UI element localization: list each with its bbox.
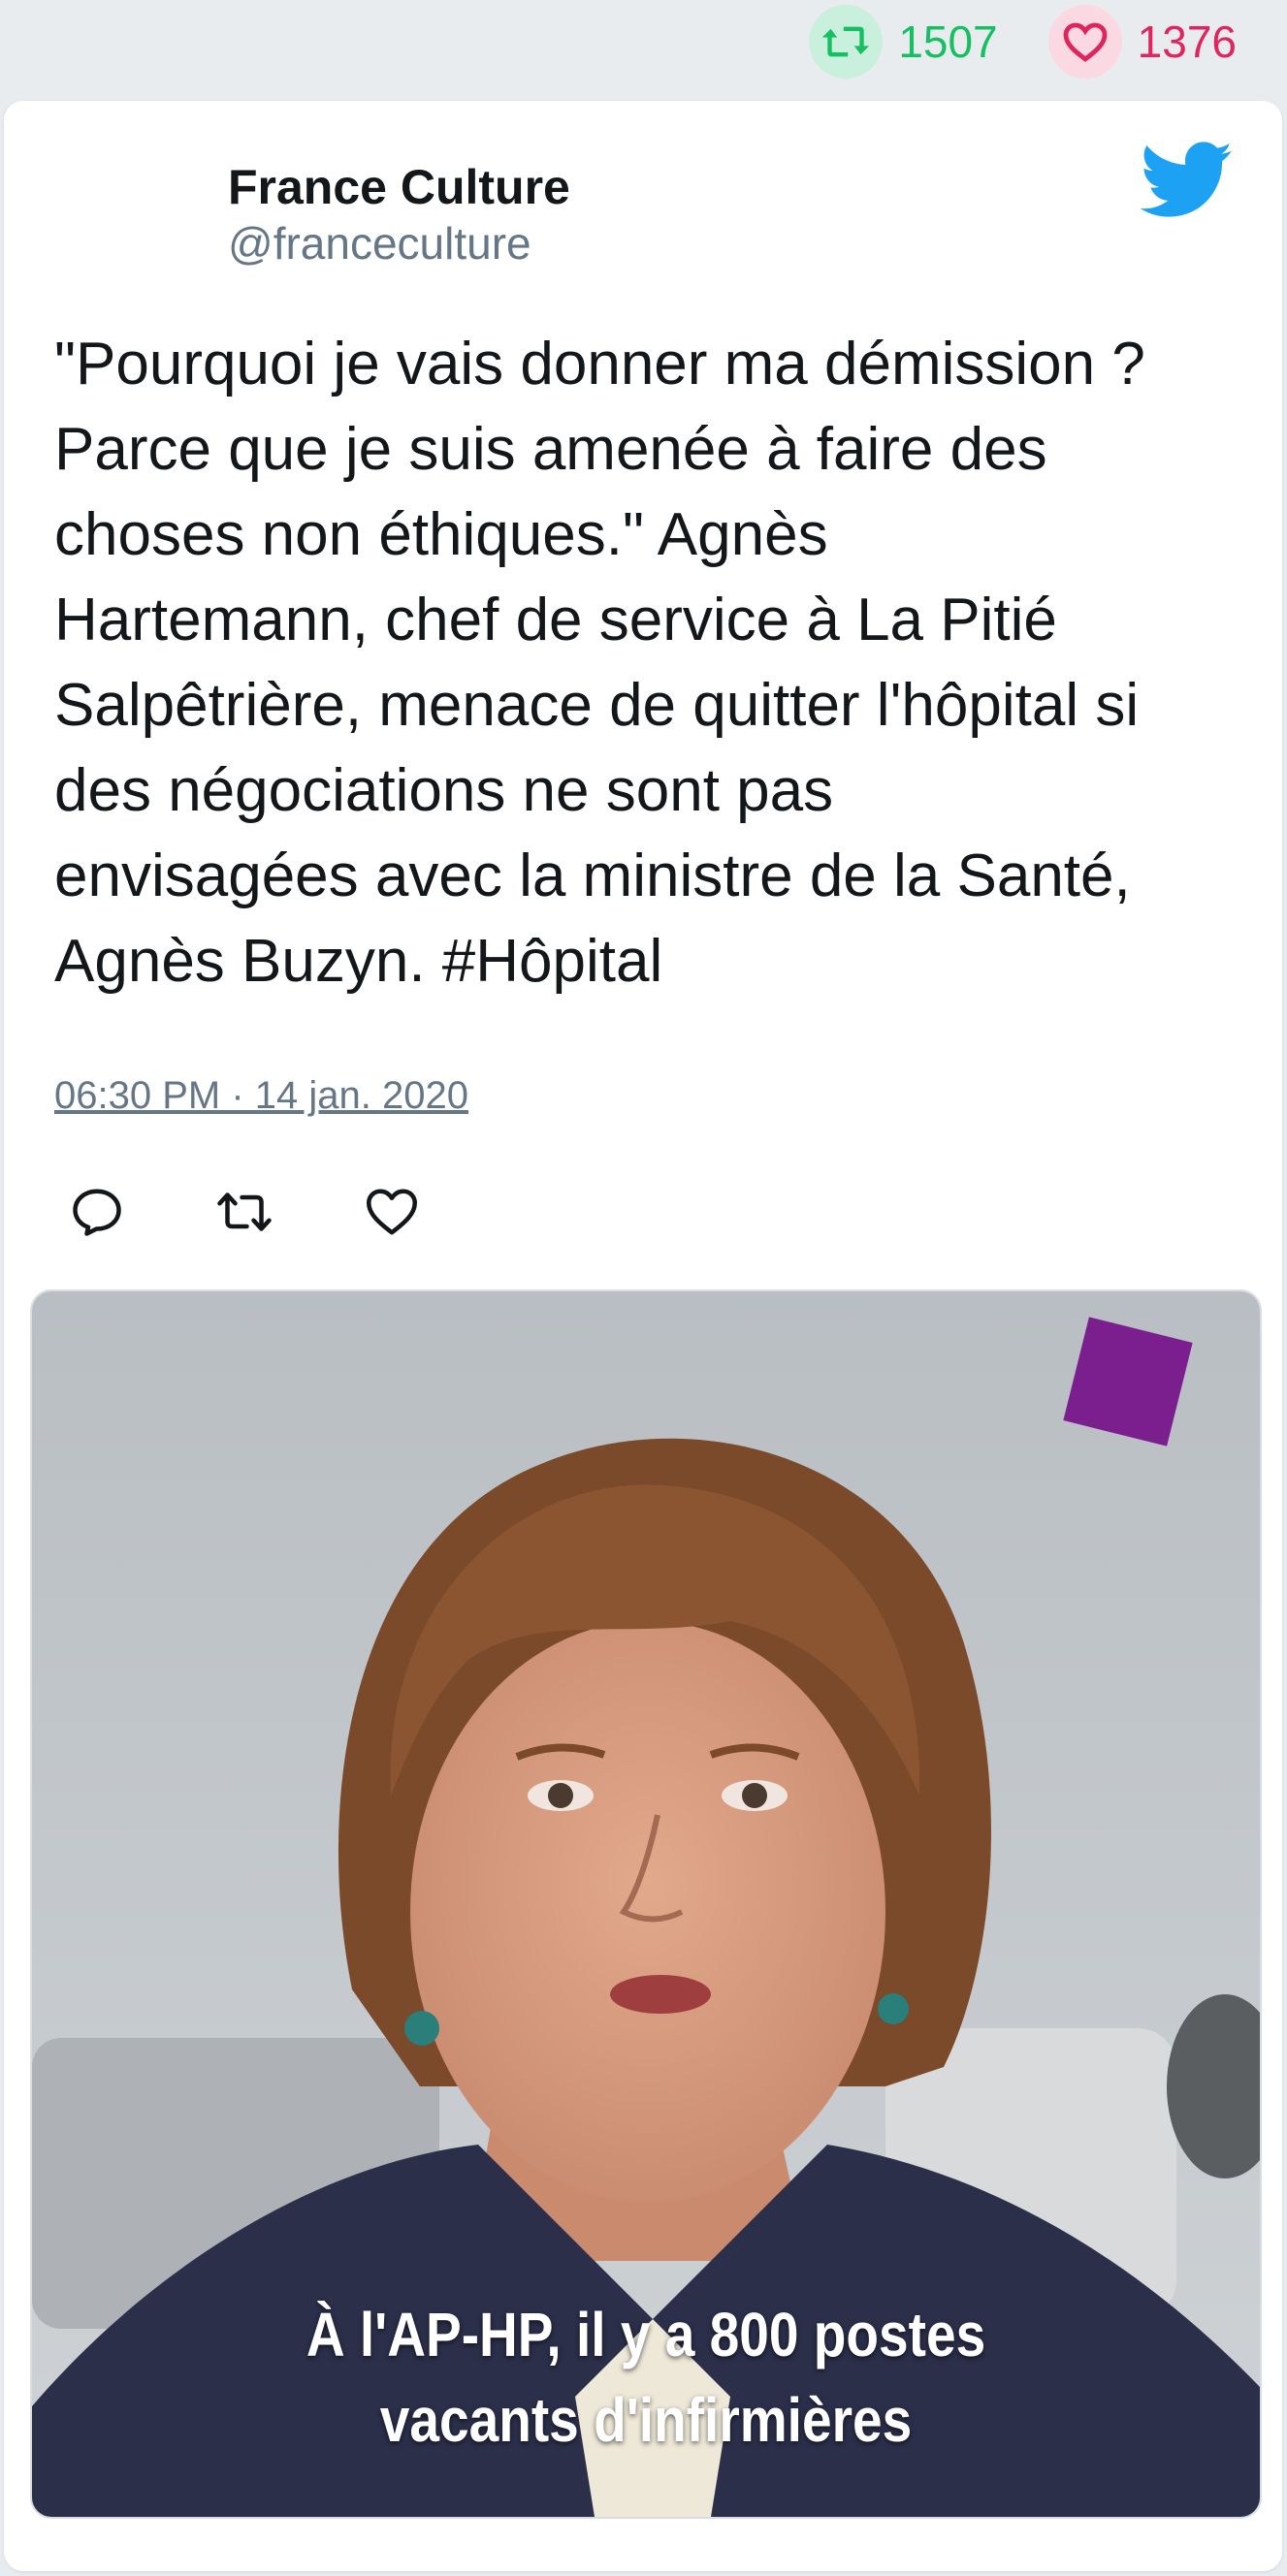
- tweet-text-line: Hartemann, chef de service à La Pitié: [54, 587, 1057, 653]
- retweet-icon: [809, 5, 884, 79]
- author-name[interactable]: France Culture: [228, 159, 570, 215]
- tweet-text-line: choses non éthiques." Agnès: [54, 501, 828, 568]
- tweet-text-line: Agnès Buzyn. #Hôpital: [54, 928, 663, 995]
- retweet-count: 1507: [898, 16, 998, 67]
- video-caption: À l'AP-HP, il y a 800 postes vacants d'i…: [118, 2292, 1174, 2463]
- tweet-timestamp-link[interactable]: 06:30 PM · 14 jan. 2020: [54, 1074, 468, 1118]
- like-count: 1376: [1137, 16, 1237, 67]
- tweet-text-line: des négociations ne sont pas: [54, 757, 834, 824]
- tweet-text-line: Parce que je suis amenée à faire des: [54, 416, 1047, 483]
- tweet-text-line: "Pourquoi je vais donner ma démission ?: [54, 331, 1145, 398]
- video-caption-line: vacants d'infirmières: [379, 2385, 913, 2455]
- tweet-actions: [68, 1183, 510, 1241]
- tweet-text-line: envisagées avec la ministre de la Santé,: [54, 843, 1131, 909]
- like-stat[interactable]: 1376: [1047, 5, 1237, 79]
- tweet-text-line: Salpêtrière, menace de quitter l'hôpital…: [54, 672, 1140, 739]
- retweet-stat[interactable]: 1507: [809, 5, 998, 79]
- video-caption-line: À l'AP-HP, il y a 800 postes: [306, 2300, 986, 2369]
- like-icon[interactable]: [363, 1183, 421, 1241]
- reply-icon[interactable]: [68, 1183, 126, 1241]
- engagement-stats: 1507 1376: [0, 0, 1287, 83]
- retweet-icon[interactable]: [215, 1183, 273, 1241]
- tweet-card: France Culture @franceculture "Pourquoi …: [4, 101, 1282, 2571]
- tweet-media-video[interactable]: À l'AP-HP, il y a 800 postes vacants d'i…: [30, 1289, 1262, 2519]
- author-handle[interactable]: @franceculture: [228, 217, 531, 270]
- twitter-bird-icon[interactable]: [1141, 142, 1234, 219]
- heart-icon: [1047, 5, 1122, 79]
- tweet-text: "Pourquoi je vais donner ma démission ? …: [54, 322, 1257, 1004]
